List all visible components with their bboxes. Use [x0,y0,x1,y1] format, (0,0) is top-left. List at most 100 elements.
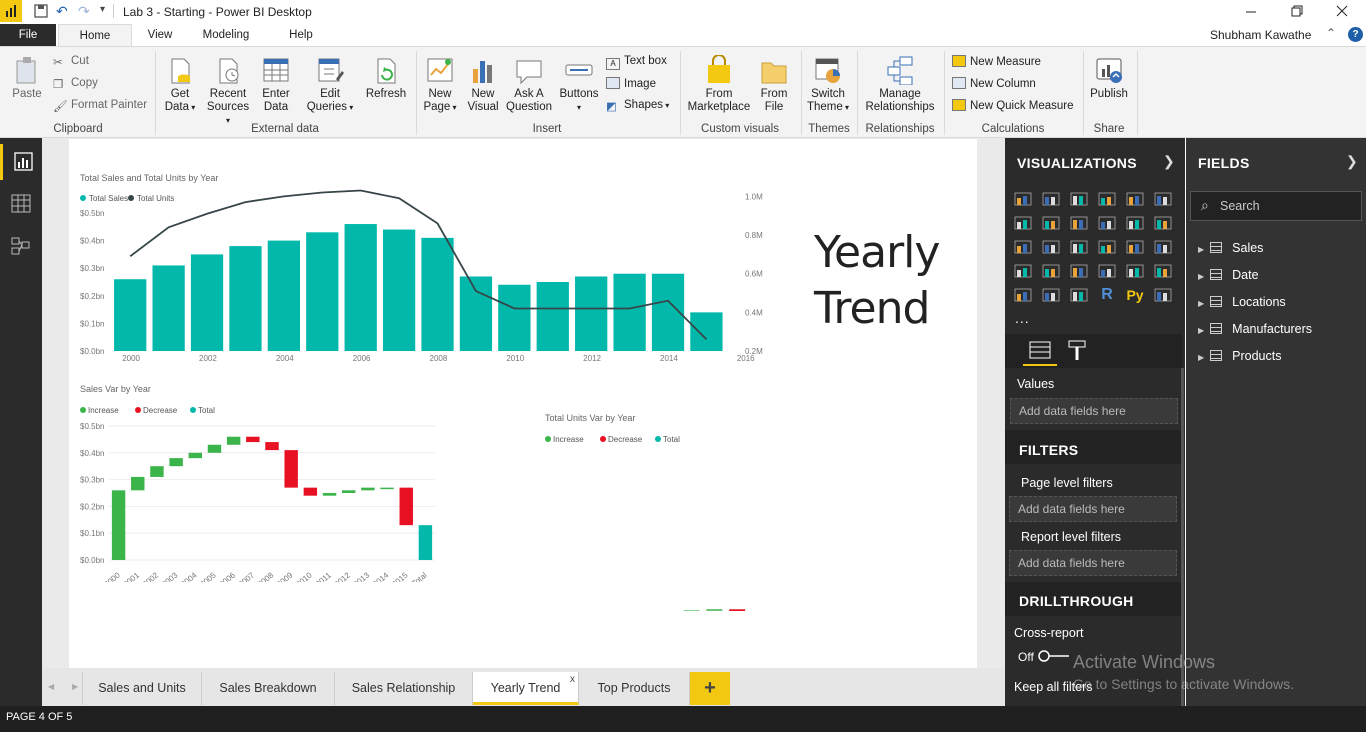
field-table-manufacturers[interactable]: ▶ Manufacturers [1198,322,1312,336]
data-view-button[interactable] [0,186,42,222]
format-painter-button[interactable]: 🖌 Format Painter [53,99,147,113]
shapes-button[interactable]: ◩ Shapes ▾ [606,99,669,113]
stacked-column-icon[interactable] [1041,190,1061,208]
recent-sources-button[interactable]: Recent Sources ▾ [206,55,250,127]
values-well[interactable]: Add data fields here [1010,398,1178,424]
clustered-bar-icon[interactable] [1069,190,1089,208]
format-tab[interactable] [1063,336,1093,366]
expand-chevron-icon[interactable]: ▶ [1198,245,1204,254]
waterfall-icon[interactable] [1013,238,1033,256]
line-column-icon[interactable] [1097,214,1117,232]
restore-button[interactable] [1282,2,1310,20]
expand-chevron-icon[interactable]: ▶ [1198,299,1204,308]
save-icon[interactable] [34,4,48,21]
pie-icon[interactable] [1069,238,1089,256]
tab-modeling[interactable]: Modeling [190,24,262,46]
search-box[interactable]: ⌕ Search [1190,191,1362,221]
field-table-date[interactable]: ▶ Date [1198,268,1259,282]
100-bar-icon[interactable] [1125,190,1145,208]
python-visual-icon[interactable]: Py [1125,286,1145,304]
field-table-locations[interactable]: ▶ Locations [1198,295,1286,309]
sales-units-combo-chart[interactable]: Total Sales and Total Units by Year Total… [69,169,779,369]
more-visuals-icon[interactable]: ... [1015,310,1030,326]
fields-well-tab[interactable] [1023,336,1057,366]
clustered-column-icon[interactable] [1097,190,1117,208]
buttons-button[interactable]: Buttons ▾ [556,55,602,114]
report-page[interactable]: Total Sales and Total Units by Year Total… [69,139,977,668]
page-tab-top-products[interactable]: Top Products [579,672,690,705]
customize-toolbar-icon[interactable]: ▾ [100,4,105,15]
enter-data-button[interactable]: Enter Data [256,55,296,114]
close-tab-icon[interactable]: x [570,663,575,696]
field-table-products[interactable]: ▶ Products [1198,349,1282,363]
expand-chevron-icon[interactable]: ▶ [1198,272,1204,281]
help-icon[interactable]: ? [1348,27,1363,42]
ask-question-button[interactable]: Ask A Question [506,55,552,114]
switch-theme-button[interactable]: Switch Theme ▾ [806,55,850,114]
funnel-icon[interactable] [1041,262,1061,280]
publish-button[interactable]: Publish [1088,55,1130,101]
donut-icon[interactable] [1097,238,1117,256]
multirow-card-icon[interactable] [1125,262,1145,280]
tab-file[interactable]: File [0,24,56,46]
card-icon[interactable] [1097,262,1117,280]
100-column-icon[interactable] [1153,190,1173,208]
expand-chevron-icon[interactable]: ▶ [1198,353,1204,362]
page-tab-sales-breakdown[interactable]: Sales Breakdown [202,672,335,705]
from-marketplace-button[interactable]: From Marketplace [684,54,754,114]
new-quick-measure-button[interactable]: New Quick Measure [952,99,1074,112]
paste-button[interactable]: Paste [8,55,46,101]
field-table-sales[interactable]: ▶ Sales [1198,241,1263,255]
expand-chevron-icon[interactable]: ▶ [1198,326,1204,335]
stacked-bar-icon[interactable] [1013,190,1033,208]
user-name[interactable]: Shubham Kawathe [1210,28,1311,42]
tab-view[interactable]: View [134,24,186,46]
manage-relationships-button[interactable]: Manage Relationships [862,55,938,114]
new-page-button[interactable]: New Page ▾ [420,55,460,114]
ribbon-icon[interactable] [1153,214,1173,232]
gauge-icon[interactable] [1069,262,1089,280]
sales-var-waterfall-chart[interactable]: Sales Var by Year Increase Decrease Total $0… [69,382,449,582]
scroll-left-icon[interactable]: ◀ [48,682,54,691]
collapse-fields-icon[interactable]: ❯ [1346,153,1358,170]
page-tab-sales-relationship[interactable]: Sales Relationship [335,672,473,705]
stacked-area-icon[interactable] [1069,214,1089,232]
page-filters-well[interactable]: Add data fields here [1009,496,1177,522]
undo-icon[interactable]: ↶ [56,3,68,20]
page-tab-yearly-trend[interactable]: Yearly Trend x [473,672,579,705]
map-icon[interactable] [1153,238,1173,256]
from-file-button[interactable]: From File [756,55,792,114]
scatter-icon[interactable] [1041,238,1061,256]
matrix-icon[interactable] [1069,286,1089,304]
filled-map-icon[interactable] [1013,262,1033,280]
kpi-icon[interactable] [1153,262,1173,280]
close-window-button[interactable] [1328,2,1356,20]
new-measure-button[interactable]: New Measure [952,55,1041,68]
copy-button[interactable]: ❐ Copy [53,77,98,91]
get-data-button[interactable]: Get Data ▾ [160,55,200,114]
treemap-icon[interactable] [1125,238,1145,256]
slicer-icon[interactable] [1013,286,1033,304]
report-view-button[interactable] [0,144,42,180]
minimize-button[interactable] [1237,2,1265,20]
cross-report-toggle[interactable]: Off [1018,650,1071,664]
units-var-waterfall-chart[interactable]: Total Units Var by Year Increase Decrease T… [534,411,924,611]
report-filters-well[interactable]: Add data fields here [1009,550,1177,576]
new-visual-button[interactable]: New Visual [464,55,502,114]
globe-icon[interactable] [1153,286,1173,304]
new-column-button[interactable]: New Column [952,77,1036,90]
redo-icon[interactable]: ↷ [78,3,90,20]
pane-scrollbar[interactable] [1181,368,1184,706]
line-clustered-icon[interactable] [1125,214,1145,232]
scroll-right-icon[interactable]: ▶ [72,682,78,691]
area-chart-icon[interactable] [1041,214,1061,232]
add-page-button[interactable]: + [690,672,730,705]
tab-home[interactable]: Home [58,24,132,47]
collapse-visualizations-icon[interactable]: ❯ [1163,153,1175,170]
edit-queries-button[interactable]: Edit Queries ▾ [305,55,355,114]
text-box-button[interactable]: A Text box [606,55,667,70]
refresh-button[interactable]: Refresh [363,55,409,101]
collapse-ribbon-icon[interactable]: ⌃ [1326,26,1336,40]
cut-button[interactable]: ✂ Cut [53,55,89,69]
line-chart-icon[interactable] [1013,214,1033,232]
